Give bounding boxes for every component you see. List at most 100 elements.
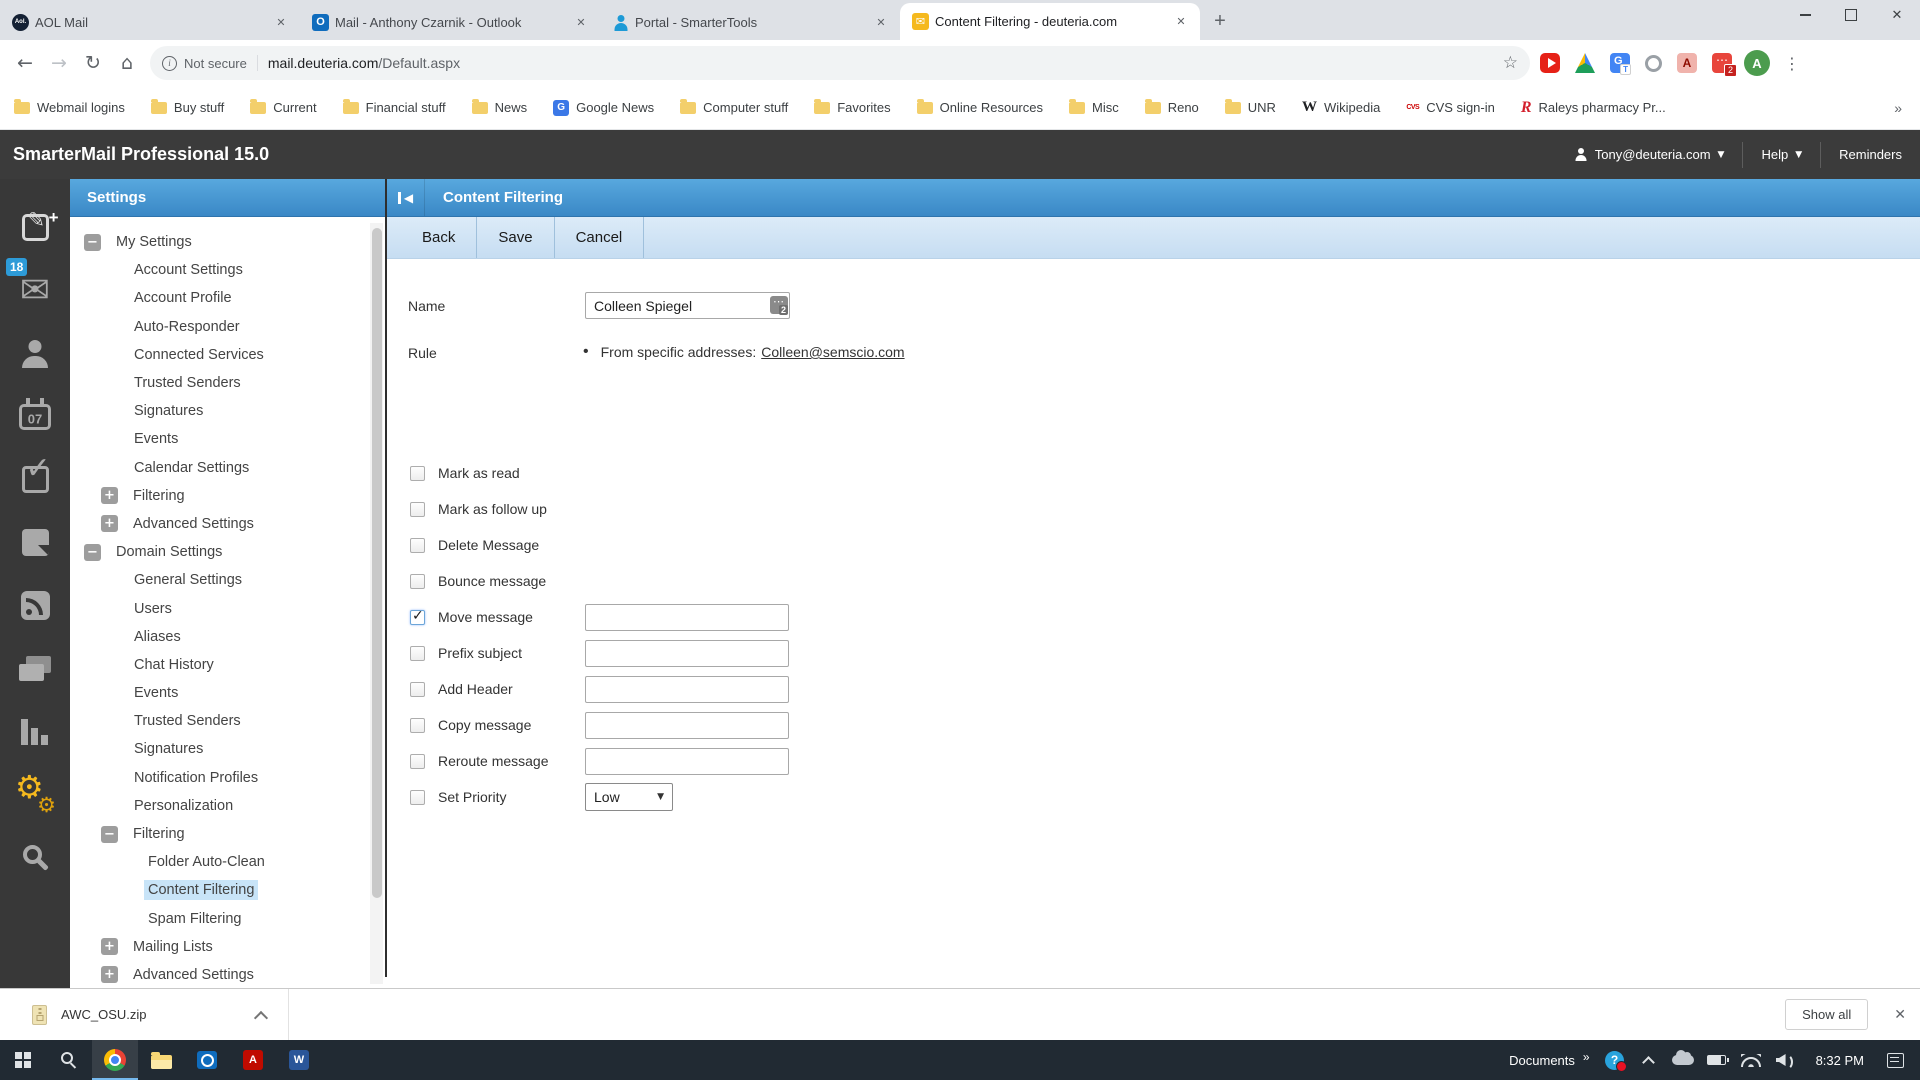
bookmark-item[interactable]: Buy stuff [151,100,224,115]
action-checkbox[interactable] [410,538,425,553]
tree-expander-icon[interactable]: + [101,515,118,532]
help-menu[interactable]: Help [1743,130,1820,179]
url-text[interactable]: mail.deuteria.com/Default.aspx [268,55,1495,71]
tree-item[interactable]: Users [70,594,367,622]
browser-tab[interactable]: Portal - SmarterTools [600,4,900,40]
action-checkbox[interactable] [410,754,425,769]
extension-icon[interactable] [1610,53,1630,73]
tree-item[interactable]: Notification Profiles [70,764,367,792]
browser-tab[interactable]: Aol. AOL Mail [0,4,300,40]
rail-item[interactable] [0,637,70,700]
rail-item[interactable] [0,700,70,763]
priority-select[interactable]: Low [585,783,673,811]
bookmark-item[interactable]: Current [250,100,316,115]
bookmark-item[interactable]: Reno [1145,100,1199,115]
rail-item[interactable] [0,574,70,637]
rule-address-link[interactable]: Colleen@semscio.com [761,344,904,360]
bookmark-item[interactable]: Webmail logins [14,100,125,115]
bookmark-item[interactable]: Favorites [814,100,890,115]
toolbar-button[interactable]: Cancel [555,217,645,258]
name-input[interactable] [585,292,790,319]
info-icon[interactable]: i [162,56,177,71]
toolbar-button[interactable]: Save [477,217,554,258]
bookmark-item[interactable]: Financial stuff [343,100,446,115]
action-checkbox[interactable] [410,790,425,805]
tree-item[interactable]: Personalization [70,792,367,820]
extension-icon[interactable] [1645,55,1662,72]
action-checkbox[interactable] [410,610,425,625]
bookmark-star-icon[interactable] [1503,53,1518,73]
window-close-button[interactable] [1874,0,1920,30]
rail-item[interactable] [0,448,70,511]
tree-item[interactable]: Trusted Senders [70,369,367,397]
rail-item[interactable] [0,763,70,826]
tree-item[interactable]: Chat History [70,651,367,679]
tree-item[interactable]: Signatures [70,397,367,425]
action-value-input[interactable] [585,748,789,775]
bookmark-item[interactable]: CVS CVS sign-in [1406,100,1495,115]
rail-item[interactable]: 18 [0,259,70,322]
taskbar-app-icon[interactable] [0,1040,46,1080]
show-all-button[interactable]: Show all [1785,999,1868,1030]
documents-toolbar[interactable]: Documents » [1501,1053,1597,1068]
tree-item[interactable]: Account Settings [70,256,367,284]
security-status[interactable]: Not secure [184,56,247,71]
window-minimize-button[interactable] [1782,0,1828,30]
action-checkbox[interactable] [410,502,425,517]
toolbar-button[interactable]: Back [401,217,477,258]
account-menu[interactable]: Tony@deuteria.com [1557,130,1743,179]
browser-tab[interactable]: O Mail - Anthony Czarnik - Outlook [300,4,600,40]
tree-item[interactable]: Spam Filtering [70,905,367,933]
tree-item[interactable]: Account Profile [70,284,367,312]
tree-item[interactable]: + Advanced Settings [70,510,367,538]
tray-icon[interactable] [1700,1040,1734,1080]
bookmark-item[interactable]: UNR [1225,100,1276,115]
action-value-input[interactable] [585,712,789,739]
taskbar-app-icon[interactable] [92,1040,138,1080]
bookmark-item[interactable]: G Google News [553,100,654,116]
tree-item[interactable]: Events [70,425,367,453]
tab-close-icon[interactable] [572,13,590,31]
rail-item[interactable] [0,322,70,385]
bookmark-item[interactable]: Online Resources [917,100,1043,115]
tree-item[interactable]: + Filtering [70,482,367,510]
action-checkbox[interactable] [410,466,425,481]
clock[interactable]: 8:32 PM [1802,1053,1878,1068]
home-icon[interactable]: ⌂ [110,46,144,80]
back-icon[interactable]: ← [8,46,42,80]
tree-expander-icon[interactable]: + [101,966,118,983]
taskbar-app-icon[interactable] [46,1040,92,1080]
tree-expander-icon[interactable]: − [84,544,101,561]
bookmark-item[interactable]: W Wikipedia [1302,99,1380,116]
form-filler-extension-icon[interactable]: 2 [770,296,788,314]
extension-icon[interactable] [1575,53,1595,73]
close-shelf-icon[interactable] [1894,1007,1906,1023]
tree-item[interactable]: Folder Auto-Clean [70,848,367,876]
reminders-button[interactable]: Reminders [1821,130,1920,179]
tree-expander-icon[interactable]: − [101,826,118,843]
tree-item[interactable]: Events [70,679,367,707]
tree-item[interactable]: + Mailing Lists [70,933,367,961]
tray-icon[interactable] [1666,1040,1700,1080]
scrollbar-thumb[interactable] [372,228,382,898]
tab-close-icon[interactable] [1172,13,1190,31]
profile-avatar[interactable]: A [1744,50,1770,76]
tree-expander-icon[interactable]: + [101,938,118,955]
tray-icon[interactable] [1734,1040,1768,1080]
tree-expander-icon[interactable]: − [84,234,101,251]
address-bar[interactable]: i Not secure mail.deuteria.com/Default.a… [150,46,1530,80]
extension-icon[interactable] [1540,53,1560,73]
bookmark-item[interactable]: News [472,100,528,115]
bookmarks-overflow-icon[interactable]: » [1890,100,1906,116]
tree-item[interactable]: Calendar Settings [70,454,367,482]
forward-icon[interactable]: → [42,46,76,80]
collapse-panel-icon[interactable] [387,179,425,216]
action-value-input[interactable] [585,604,789,631]
action-center-icon[interactable] [1878,1040,1912,1080]
rail-item[interactable] [0,196,70,259]
taskbar-app-icon[interactable] [138,1040,184,1080]
browser-tab[interactable]: ✉ Content Filtering - deuteria.com [900,3,1200,40]
tree-item[interactable]: − My Settings [70,228,367,256]
browser-menu-icon[interactable] [1780,54,1804,73]
action-value-input[interactable] [585,676,789,703]
